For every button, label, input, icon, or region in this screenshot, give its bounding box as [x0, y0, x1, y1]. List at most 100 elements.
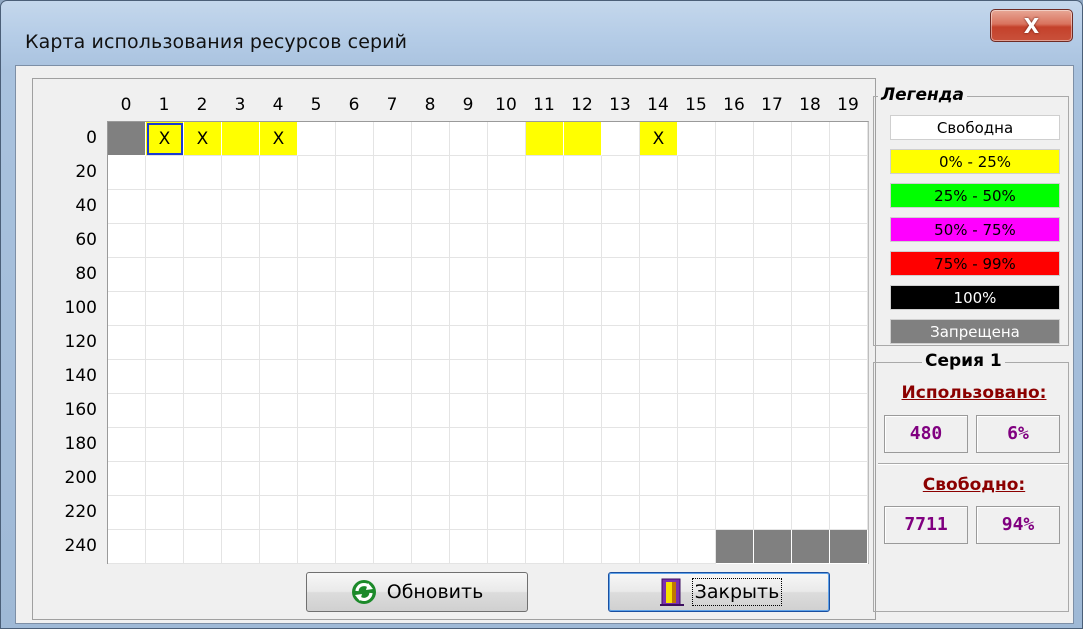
grid-cell[interactable]	[108, 190, 146, 224]
grid-cell[interactable]	[184, 224, 222, 258]
grid-cell[interactable]	[640, 462, 678, 496]
grid-cell[interactable]	[260, 190, 298, 224]
grid-cell[interactable]	[488, 292, 526, 326]
grid-cell[interactable]	[336, 360, 374, 394]
grid-cell[interactable]	[564, 292, 602, 326]
refresh-button[interactable]: Обновить	[306, 572, 528, 612]
grid-cell[interactable]	[754, 496, 792, 530]
grid-cell[interactable]	[640, 326, 678, 360]
grid-cell[interactable]	[222, 462, 260, 496]
grid-cell[interactable]	[830, 258, 868, 292]
grid-cell[interactable]	[222, 224, 260, 258]
grid-cell[interactable]	[792, 496, 830, 530]
grid-cell[interactable]	[716, 394, 754, 428]
grid-cell[interactable]	[792, 258, 830, 292]
grid-cell[interactable]	[412, 462, 450, 496]
grid-cell[interactable]	[412, 530, 450, 564]
grid-cell[interactable]	[678, 122, 716, 156]
grid-cell[interactable]	[336, 530, 374, 564]
grid-cell[interactable]	[602, 292, 640, 326]
grid-cell[interactable]	[564, 530, 602, 564]
grid-cell[interactable]	[564, 462, 602, 496]
grid-cell[interactable]	[260, 496, 298, 530]
grid-cell[interactable]	[678, 530, 716, 564]
grid-cell[interactable]	[450, 530, 488, 564]
grid-cell[interactable]	[488, 360, 526, 394]
grid-cell[interactable]	[830, 360, 868, 394]
grid-cell[interactable]	[716, 258, 754, 292]
grid-cell[interactable]	[564, 360, 602, 394]
grid-cell[interactable]	[222, 122, 260, 156]
grid-cell[interactable]	[146, 496, 184, 530]
grid-cell[interactable]	[754, 360, 792, 394]
grid-cell[interactable]	[336, 156, 374, 190]
grid-cell[interactable]	[374, 258, 412, 292]
grid-cell[interactable]	[792, 428, 830, 462]
grid-cell[interactable]	[640, 258, 678, 292]
grid-cell[interactable]	[526, 326, 564, 360]
grid-cell[interactable]	[830, 190, 868, 224]
grid-cell[interactable]	[260, 292, 298, 326]
grid-cell[interactable]	[184, 190, 222, 224]
grid-cell[interactable]	[412, 326, 450, 360]
grid-cell[interactable]	[146, 224, 184, 258]
grid-cell[interactable]	[146, 428, 184, 462]
grid-cell[interactable]	[488, 224, 526, 258]
grid-cell[interactable]	[488, 122, 526, 156]
grid-cell[interactable]: X	[260, 122, 298, 156]
grid-cell[interactable]	[146, 190, 184, 224]
grid-cell[interactable]	[602, 496, 640, 530]
grid-cell[interactable]	[602, 360, 640, 394]
grid-cell[interactable]	[754, 530, 792, 564]
grid-cell[interactable]	[792, 292, 830, 326]
grid-cell[interactable]	[450, 326, 488, 360]
grid-cell[interactable]	[184, 394, 222, 428]
grid-cell[interactable]	[488, 530, 526, 564]
grid-cell[interactable]	[716, 326, 754, 360]
grid-cell[interactable]	[526, 190, 564, 224]
grid-cell[interactable]	[374, 156, 412, 190]
grid-cell[interactable]	[374, 360, 412, 394]
grid-cell[interactable]	[374, 190, 412, 224]
grid-cell[interactable]	[146, 292, 184, 326]
grid-cell[interactable]	[792, 224, 830, 258]
grid-cell[interactable]	[222, 326, 260, 360]
grid-cell[interactable]	[298, 360, 336, 394]
grid-cell[interactable]	[564, 190, 602, 224]
grid-cell[interactable]	[564, 224, 602, 258]
grid-cell[interactable]	[260, 258, 298, 292]
grid-cell[interactable]	[298, 292, 336, 326]
grid-cell[interactable]	[602, 394, 640, 428]
grid-cell[interactable]	[640, 190, 678, 224]
grid-cell[interactable]	[108, 496, 146, 530]
grid-cell[interactable]	[184, 292, 222, 326]
grid-cell[interactable]	[526, 224, 564, 258]
grid-cell[interactable]	[450, 190, 488, 224]
grid-cell[interactable]	[792, 122, 830, 156]
grid-cell[interactable]	[412, 258, 450, 292]
grid-cell[interactable]	[108, 530, 146, 564]
grid-cell[interactable]	[336, 428, 374, 462]
grid-cell[interactable]	[146, 530, 184, 564]
grid-cell[interactable]	[754, 292, 792, 326]
grid-cell[interactable]	[488, 326, 526, 360]
grid-cell[interactable]	[564, 496, 602, 530]
grid-cell[interactable]	[754, 122, 792, 156]
grid-cell[interactable]	[222, 258, 260, 292]
grid-cell[interactable]	[716, 360, 754, 394]
grid-cell[interactable]	[336, 326, 374, 360]
grid-cell[interactable]	[108, 394, 146, 428]
grid-cell[interactable]	[336, 394, 374, 428]
grid-cell[interactable]	[602, 462, 640, 496]
resource-grid[interactable]: XXXX	[107, 121, 869, 564]
grid-cell[interactable]	[412, 224, 450, 258]
grid-cell[interactable]	[640, 292, 678, 326]
grid-cell[interactable]	[146, 462, 184, 496]
grid-cell[interactable]	[298, 258, 336, 292]
grid-cell[interactable]	[146, 326, 184, 360]
grid-cell[interactable]	[602, 156, 640, 190]
grid-cell[interactable]	[336, 122, 374, 156]
grid-cell[interactable]	[830, 496, 868, 530]
grid-cell[interactable]	[526, 530, 564, 564]
grid-cell[interactable]	[488, 496, 526, 530]
